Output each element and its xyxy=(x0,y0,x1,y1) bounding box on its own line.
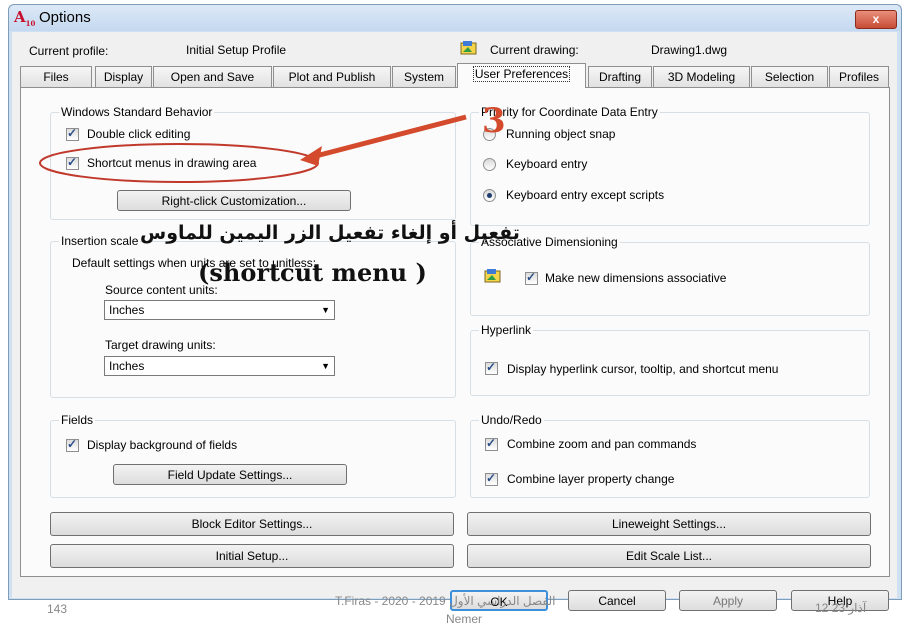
annotation-overlay xyxy=(39,114,467,183)
footer-date: 12 آذار 23 xyxy=(815,601,867,615)
footer-author: T.Firas - 2020 - 2019 الفصل الدراسي الأو… xyxy=(335,594,556,608)
annotation-english-text: (shortcut menu ) xyxy=(198,258,427,287)
page-number: 143 xyxy=(47,602,68,616)
footer-author-line2: Nemer xyxy=(446,612,483,626)
highlight-ellipse xyxy=(39,143,319,183)
annotation-arabic-text: تفعيل أو إلغاء تفعيل الزر اليمين للماوس xyxy=(140,222,520,244)
step-number: 3 xyxy=(482,101,506,141)
tab-user-preferences[interactable]: User Preferences xyxy=(457,63,586,88)
annotation-arrow-line xyxy=(311,114,467,160)
